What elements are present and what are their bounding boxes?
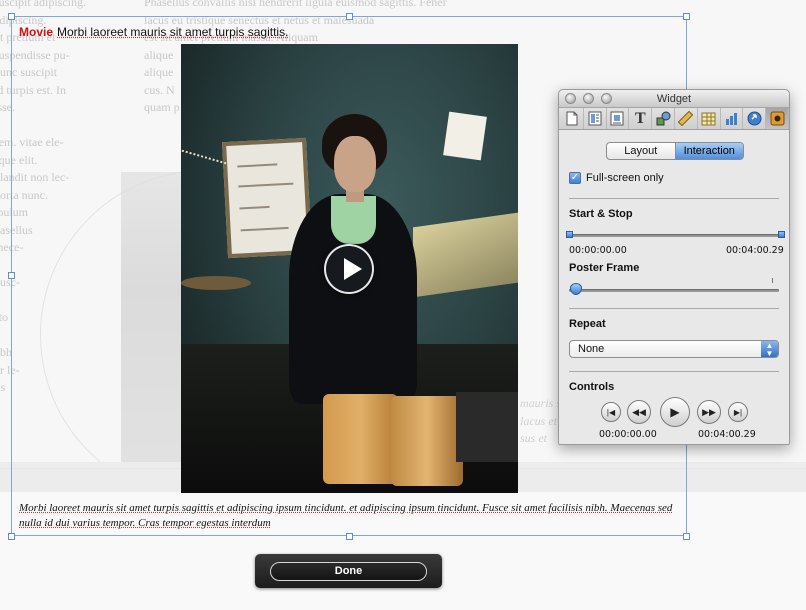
layout-icon[interactable] bbox=[584, 108, 607, 129]
video-amplifier bbox=[456, 392, 518, 462]
fullscreen-label: Full-screen only bbox=[586, 172, 664, 184]
widget-inspector: Widget T Layout Interaction ✓ Full-scree… bbox=[558, 89, 790, 445]
video-play-icon[interactable] bbox=[324, 244, 374, 294]
rewind-icon[interactable]: ◀◀ bbox=[627, 400, 651, 424]
repeat-value: None bbox=[578, 343, 605, 355]
movie-title: Movie Morbi laoreet mauris sit amet turpi… bbox=[19, 25, 288, 39]
skip-to-start-icon[interactable]: |◀ bbox=[601, 402, 621, 422]
resize-handle-top-right[interactable] bbox=[683, 13, 690, 20]
resize-handle-top[interactable] bbox=[346, 13, 353, 20]
divider bbox=[569, 198, 779, 199]
poster-frame-slider[interactable] bbox=[569, 289, 779, 292]
start-time: 00:00:00.00 bbox=[569, 245, 627, 256]
end-time: 00:04:00.29 bbox=[726, 245, 784, 256]
skip-to-end-icon[interactable]: ▶| bbox=[728, 402, 748, 422]
poster-frame-tick bbox=[772, 278, 773, 283]
repeat-label: Repeat bbox=[569, 318, 606, 330]
resize-handle-top-left[interactable] bbox=[8, 13, 15, 20]
metrics-icon[interactable] bbox=[675, 108, 698, 129]
tab-interaction[interactable]: Interaction bbox=[674, 143, 743, 159]
graphic-icon[interactable] bbox=[652, 108, 675, 129]
stop-handle[interactable] bbox=[778, 231, 785, 238]
start-stop-slider[interactable] bbox=[569, 234, 779, 237]
video-drum-left bbox=[323, 394, 398, 484]
resize-handle-bottom-right[interactable] bbox=[683, 533, 690, 540]
movie-label: Movie bbox=[19, 25, 54, 39]
video-person-face bbox=[334, 136, 376, 192]
controls-start-time: 00:00:00.00 bbox=[599, 429, 657, 440]
chart-icon[interactable] bbox=[721, 108, 744, 129]
inspector-titlebar[interactable]: Widget bbox=[559, 90, 789, 108]
table-icon[interactable] bbox=[698, 108, 721, 129]
select-arrows-icon: ▲ ▼ bbox=[761, 341, 778, 358]
wrap-icon[interactable] bbox=[607, 108, 630, 129]
poster-frame-label: Poster Frame bbox=[569, 262, 640, 274]
text-icon[interactable]: T bbox=[629, 108, 653, 129]
document-icon[interactable] bbox=[561, 108, 584, 129]
video-paper-note bbox=[443, 111, 487, 161]
movie-subtitle: Morbi laoreet mauris sit amet turpis sag… bbox=[57, 25, 289, 39]
video-person-shirt bbox=[331, 196, 376, 244]
start-stop-label: Start & Stop bbox=[569, 208, 633, 220]
controls-end-time: 00:04:00.29 bbox=[698, 429, 756, 440]
video-cymbal bbox=[181, 276, 251, 290]
fast-forward-icon[interactable]: ▶▶ bbox=[697, 400, 721, 424]
done-button[interactable]: Done bbox=[270, 562, 427, 581]
link-icon[interactable] bbox=[743, 108, 767, 129]
divider bbox=[569, 308, 779, 309]
widget-icon[interactable] bbox=[766, 108, 789, 129]
repeat-select[interactable]: None ▲ ▼ bbox=[569, 340, 779, 358]
controls-label: Controls bbox=[569, 381, 615, 393]
resize-handle-bottom-left[interactable] bbox=[8, 533, 15, 540]
tab-layout[interactable]: Layout bbox=[607, 143, 675, 159]
movie-caption: Morbi laoreet mauris sit amet turpis sag… bbox=[19, 502, 673, 529]
play-icon[interactable]: ▶ bbox=[660, 397, 690, 427]
inspector-title: Widget bbox=[656, 93, 692, 105]
done-hud: Done bbox=[255, 554, 442, 588]
poster-frame-thumb[interactable] bbox=[570, 283, 582, 295]
resize-handle-left[interactable] bbox=[8, 272, 15, 279]
fullscreen-checkbox[interactable]: ✓ bbox=[569, 172, 581, 184]
start-handle[interactable] bbox=[566, 231, 573, 238]
resize-handle-bottom[interactable] bbox=[346, 533, 353, 540]
divider bbox=[569, 371, 779, 372]
video-equipment bbox=[413, 212, 518, 298]
fullscreen-row: ✓ Full-screen only bbox=[569, 172, 664, 184]
inspector-toolbar: T bbox=[559, 108, 789, 130]
video-drum-right bbox=[391, 396, 463, 486]
inspector-tab-control: Layout Interaction bbox=[606, 142, 744, 160]
